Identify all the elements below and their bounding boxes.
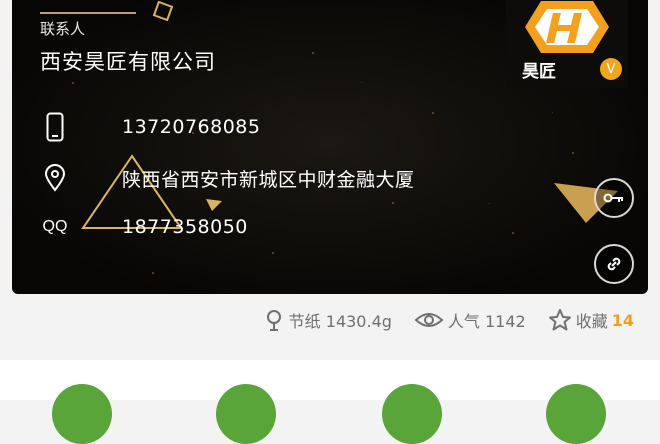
company-logo: 昊匠 V [506,0,628,88]
address-text[interactable]: 陕西省西安市新城区中财金融大厦 [122,165,415,192]
popularity-stat: 人气 1142 [414,308,526,332]
contact-label: 联系人 [40,20,86,38]
location-pin-icon [38,164,72,192]
favorites-stat[interactable]: 收藏 14 [548,308,634,332]
qq-row[interactable]: QQ 1877358050 [38,216,248,238]
action-button-4[interactable] [546,384,606,444]
business-card: 联系人 西安昊匠有限公司 13720768085 陕西省西安市新城区中财金融大厦… [12,0,648,294]
star-icon[interactable] [548,308,572,332]
favorites-count: 14 [611,310,634,330]
phone-icon [38,112,72,142]
company-name: 西安昊匠有限公司 [40,50,216,74]
key-icon [603,193,623,203]
qq-label: QQ [42,218,68,235]
action-button-2[interactable] [216,384,276,444]
gold-small-triangle-decoration [206,199,222,211]
action-button-3[interactable] [382,384,442,444]
sparkle [152,272,154,274]
sparkle [72,82,74,84]
sparkle [312,52,314,54]
logo-subtext: 昊匠 [522,62,556,82]
eye-icon [414,313,444,327]
popularity-text: 人气 1142 [447,312,526,331]
link-icon [607,257,621,271]
sparkle [572,152,574,154]
sparkle [432,112,434,114]
verified-badge: V [600,58,622,80]
key-button[interactable] [594,178,634,218]
sparkle [392,202,394,204]
tree-icon [266,310,281,331]
header-underline [40,0,136,14]
favorites-label: 收藏 [575,312,608,331]
gold-square-decoration [152,0,174,22]
bottom-action-bar [0,360,660,444]
action-button-1[interactable] [52,384,112,444]
sparkle [512,232,514,234]
qq-number[interactable]: 1877358050 [122,216,248,238]
phone-number[interactable]: 13720768085 [122,116,260,138]
phone-row[interactable]: 13720768085 [38,112,260,142]
sparkle [272,252,274,254]
address-row[interactable]: 陕西省西安市新城区中财金融大厦 [38,164,414,192]
paper-saved-stat: 节纸 1430.4g [263,308,392,332]
link-button[interactable] [594,244,634,284]
paper-saved-text: 节纸 1430.4g [288,312,392,331]
stats-bar: 节纸 1430.4g 人气 1142 收藏 14 [263,308,634,332]
